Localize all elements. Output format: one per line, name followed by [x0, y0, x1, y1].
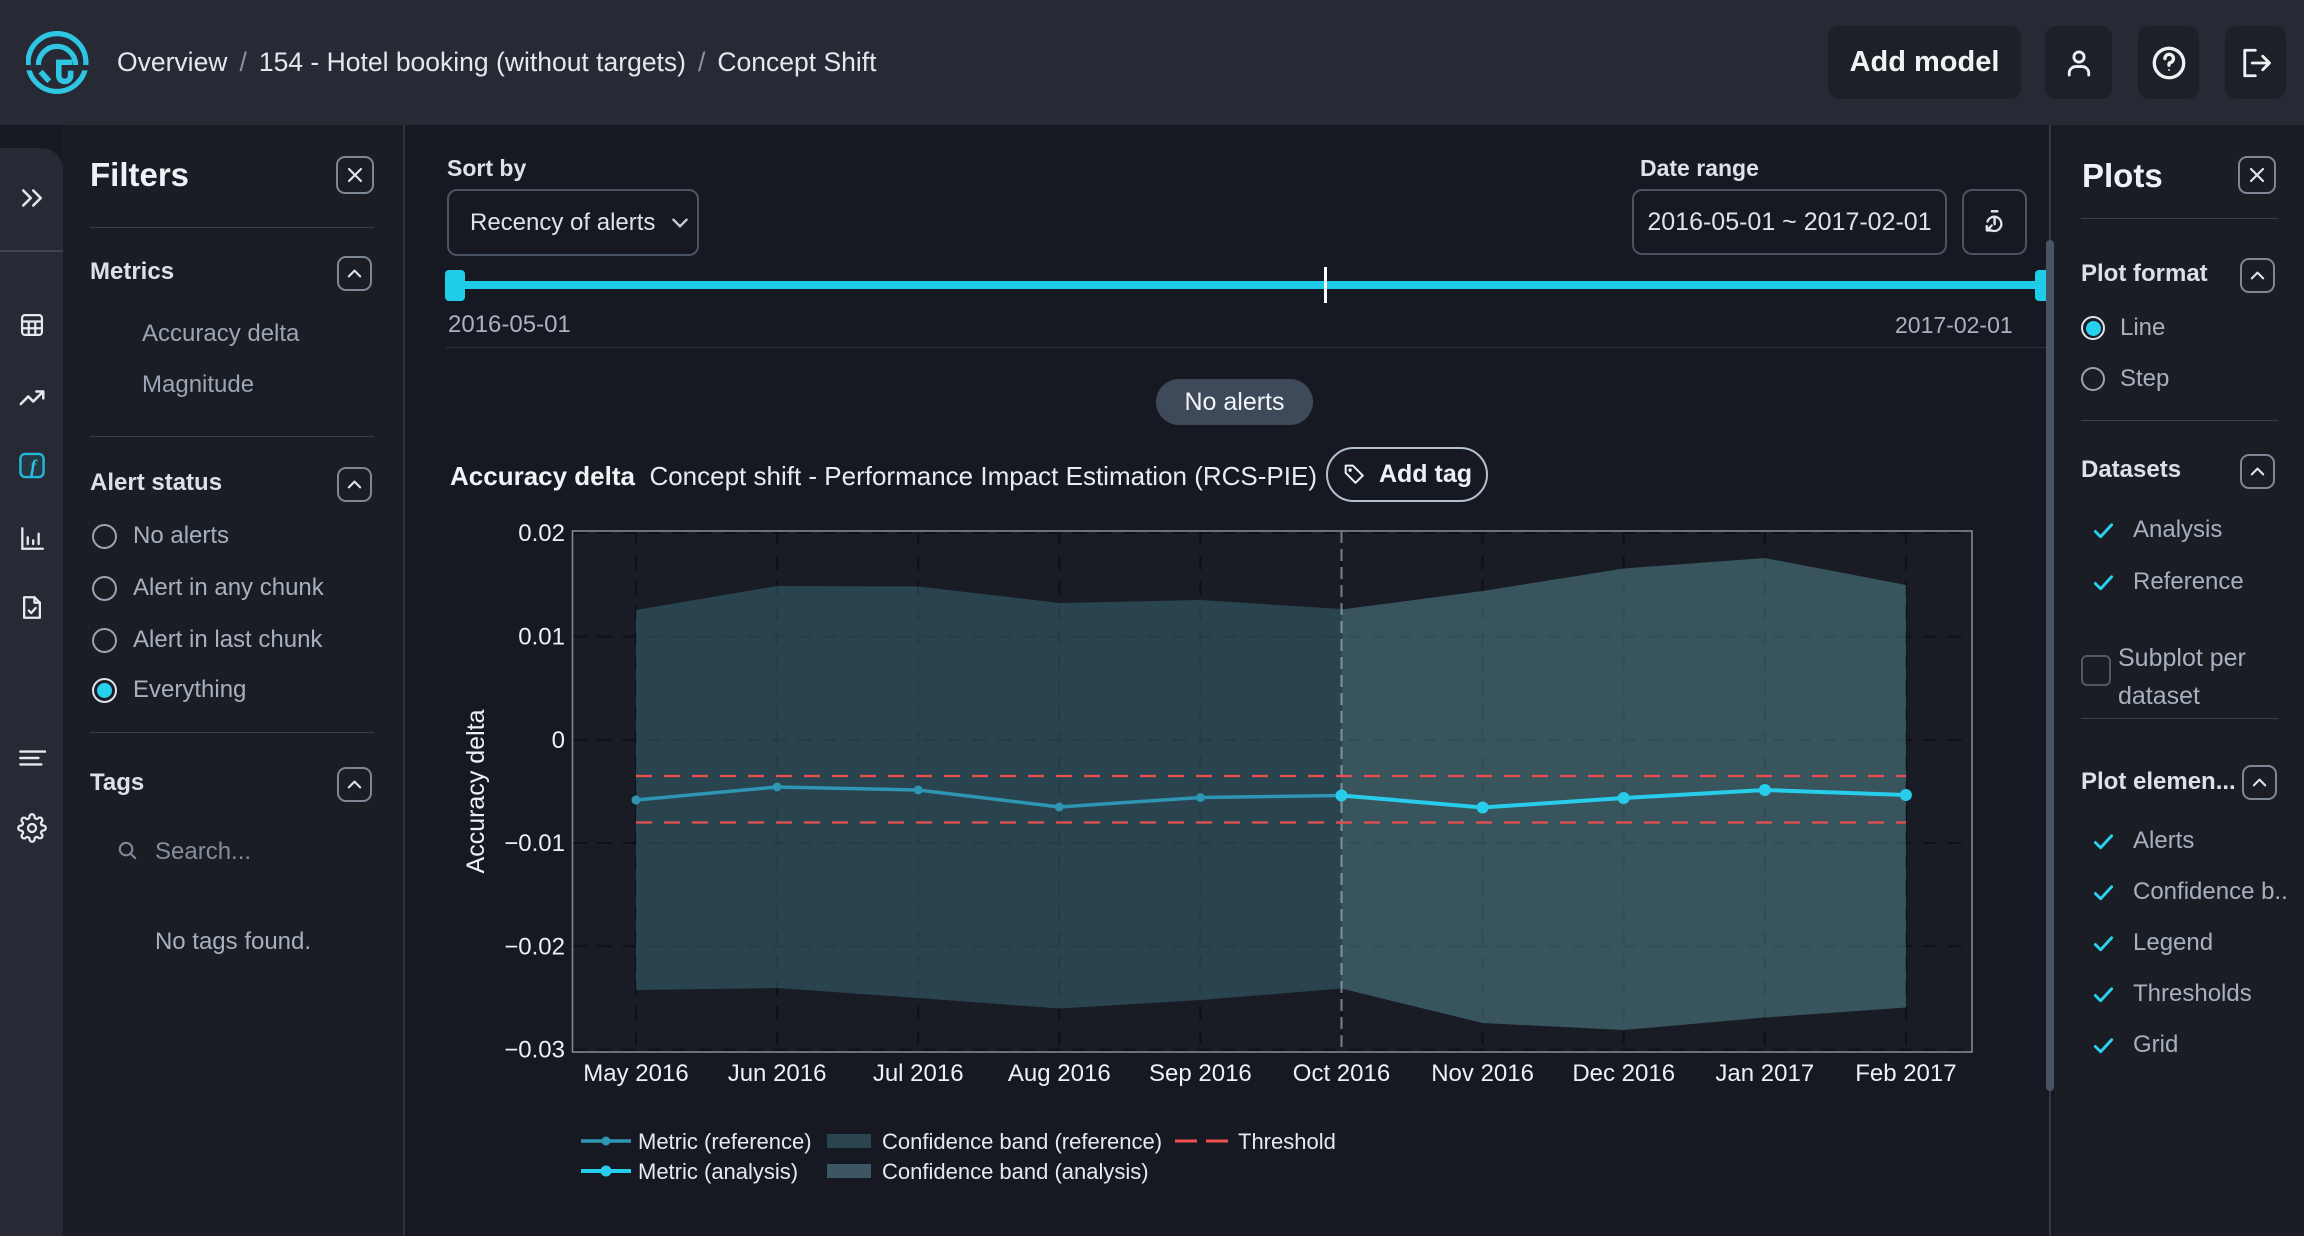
svg-text:Confidence band (analysis): Confidence band (analysis)	[882, 1159, 1149, 1184]
svg-text:Aug 2016: Aug 2016	[1008, 1060, 1111, 1087]
svg-text:Confidence band (reference): Confidence band (reference)	[882, 1129, 1162, 1154]
svg-text:−0.03: −0.03	[504, 1037, 565, 1064]
svg-text:Jul 2016: Jul 2016	[873, 1060, 964, 1087]
svg-text:Threshold: Threshold	[1238, 1129, 1336, 1154]
svg-text:Metric (reference): Metric (reference)	[638, 1129, 812, 1154]
svg-text:Jun 2016: Jun 2016	[728, 1060, 827, 1087]
svg-text:Jan 2017: Jan 2017	[1715, 1060, 1814, 1087]
svg-text:Sep 2016: Sep 2016	[1149, 1060, 1252, 1087]
svg-text:0.02: 0.02	[518, 520, 565, 547]
svg-text:Oct 2016: Oct 2016	[1293, 1060, 1390, 1087]
svg-text:0.01: 0.01	[518, 624, 565, 651]
svg-text:Nov 2016: Nov 2016	[1431, 1060, 1534, 1087]
svg-text:Accuracy delta: Accuracy delta	[462, 709, 490, 873]
svg-text:−0.01: −0.01	[504, 830, 565, 857]
svg-text:May 2016: May 2016	[583, 1060, 688, 1087]
svg-text:0: 0	[552, 727, 565, 754]
svg-text:Metric (analysis): Metric (analysis)	[638, 1159, 798, 1184]
svg-text:−0.02: −0.02	[504, 933, 565, 960]
svg-text:Dec 2016: Dec 2016	[1572, 1060, 1675, 1087]
svg-text:Feb 2017: Feb 2017	[1855, 1060, 1956, 1087]
